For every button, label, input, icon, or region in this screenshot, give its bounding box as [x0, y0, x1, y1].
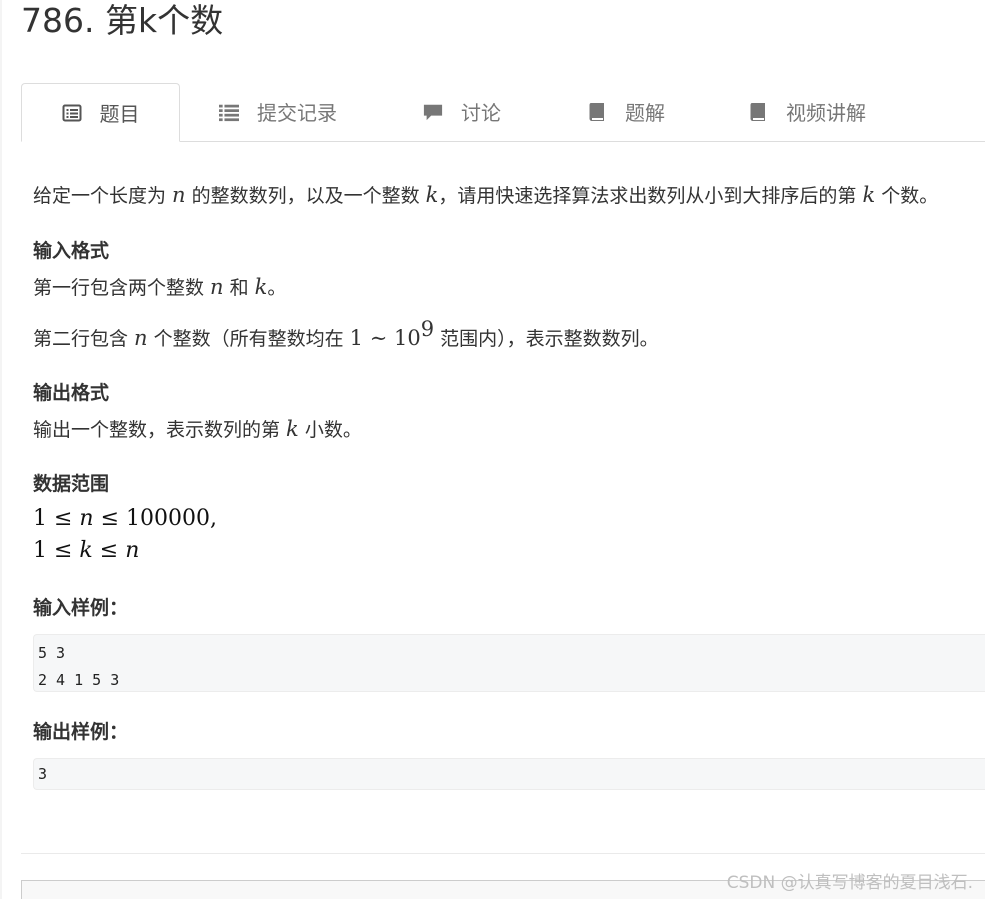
sample-output-heading: 输出样例： — [33, 721, 129, 743]
tab-solutions[interactable]: 题解 — [587, 83, 665, 140]
section-divider — [21, 853, 985, 854]
input-format-line2: 第二行包含 n 个整数（所有整数均在 1 ∼ 109 范围内），表示整数数列。 — [33, 317, 659, 351]
watermark: CSDN @认真写博客的夏目浅石. — [726, 873, 973, 893]
tab-label: 题目 — [99, 102, 140, 126]
output-format-heading: 输出格式 — [33, 382, 110, 404]
output-format-line: 输出一个整数，表示数列的第 k 小数。 — [33, 417, 362, 441]
input-format-line1: 第一行包含两个整数 n 和 k。 — [33, 275, 287, 299]
comment-icon — [423, 102, 443, 122]
tab-label: 讨论 — [461, 101, 501, 125]
list-icon — [219, 102, 239, 122]
tab-label: 视频讲解 — [786, 101, 866, 125]
tab-problem[interactable]: 题目 — [21, 83, 180, 142]
data-range-line1: 1 ≤ n ≤ 100000, — [33, 506, 217, 531]
list-alt-icon — [62, 103, 82, 123]
tab-bar: 题目 提交记录 讨论 题解 视频讲解 — [21, 83, 985, 142]
sample-input-code[interactable]: 5 3 2 4 1 5 3 — [33, 634, 985, 692]
tab-video[interactable]: 视频讲解 — [748, 83, 866, 140]
left-divider — [0, 0, 2, 899]
tab-label: 提交记录 — [257, 101, 337, 125]
data-range-line2: 1 ≤ k ≤ n — [33, 538, 140, 563]
tab-submissions[interactable]: 提交记录 — [219, 83, 337, 140]
problem-description: 给定一个长度为 n 的整数数列，以及一个整数 k，请用快速选择算法求出数列从小到… — [33, 183, 939, 207]
sample-input-heading: 输入样例： — [33, 597, 129, 619]
tab-discussion[interactable]: 讨论 — [423, 83, 501, 140]
page-title: 786. 第k个数 — [21, 1, 224, 40]
data-range-heading: 数据范围 — [33, 473, 110, 495]
book-icon — [587, 102, 607, 122]
page: 786. 第k个数 题目 提交记录 讨论 题解 视频讲解 给定一个长度为 n 的… — [0, 0, 985, 899]
tab-label: 题解 — [625, 101, 665, 125]
book-icon — [748, 102, 768, 122]
input-format-heading: 输入格式 — [33, 240, 110, 262]
sample-output-code[interactable]: 3 — [33, 758, 985, 790]
